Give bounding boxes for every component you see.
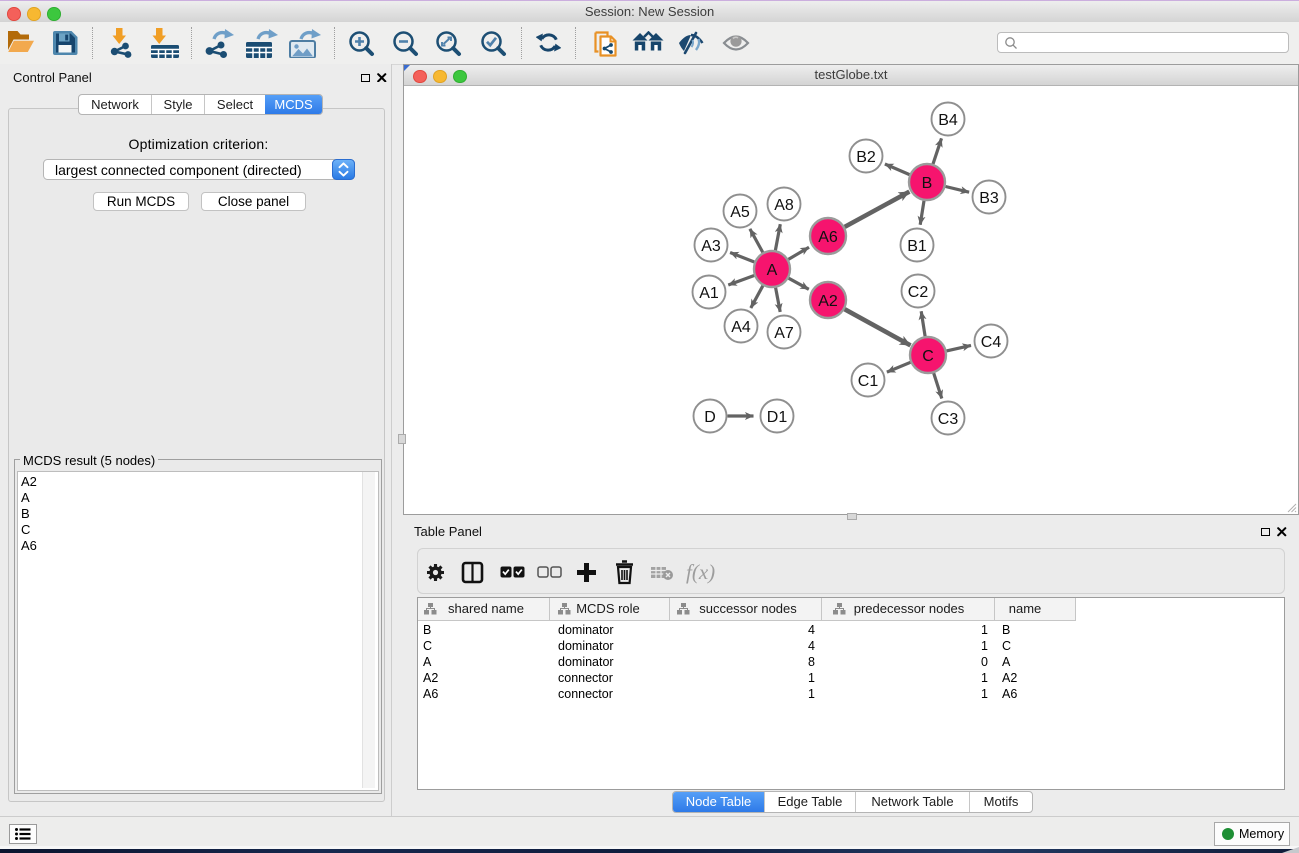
svg-text:A4: A4 — [731, 319, 751, 336]
svg-text:C1: C1 — [858, 373, 879, 390]
svg-text:B4: B4 — [938, 112, 958, 129]
svg-text:A: A — [767, 262, 778, 279]
svg-text:C4: C4 — [981, 334, 1002, 351]
svg-text:A6: A6 — [818, 229, 838, 246]
svg-text:B1: B1 — [907, 238, 927, 255]
svg-text:B: B — [922, 175, 933, 192]
svg-text:D1: D1 — [767, 409, 788, 426]
svg-text:C3: C3 — [938, 411, 959, 428]
svg-text:A2: A2 — [818, 293, 838, 310]
svg-text:B3: B3 — [979, 190, 999, 207]
svg-text:B2: B2 — [856, 149, 876, 166]
svg-text:A3: A3 — [701, 238, 721, 255]
svg-text:C2: C2 — [908, 284, 929, 301]
svg-text:A7: A7 — [774, 325, 794, 342]
svg-text:A1: A1 — [699, 285, 719, 302]
svg-text:C: C — [922, 348, 934, 365]
svg-text:D: D — [704, 409, 716, 426]
svg-text:A5: A5 — [730, 204, 750, 221]
svg-text:A8: A8 — [774, 197, 794, 214]
